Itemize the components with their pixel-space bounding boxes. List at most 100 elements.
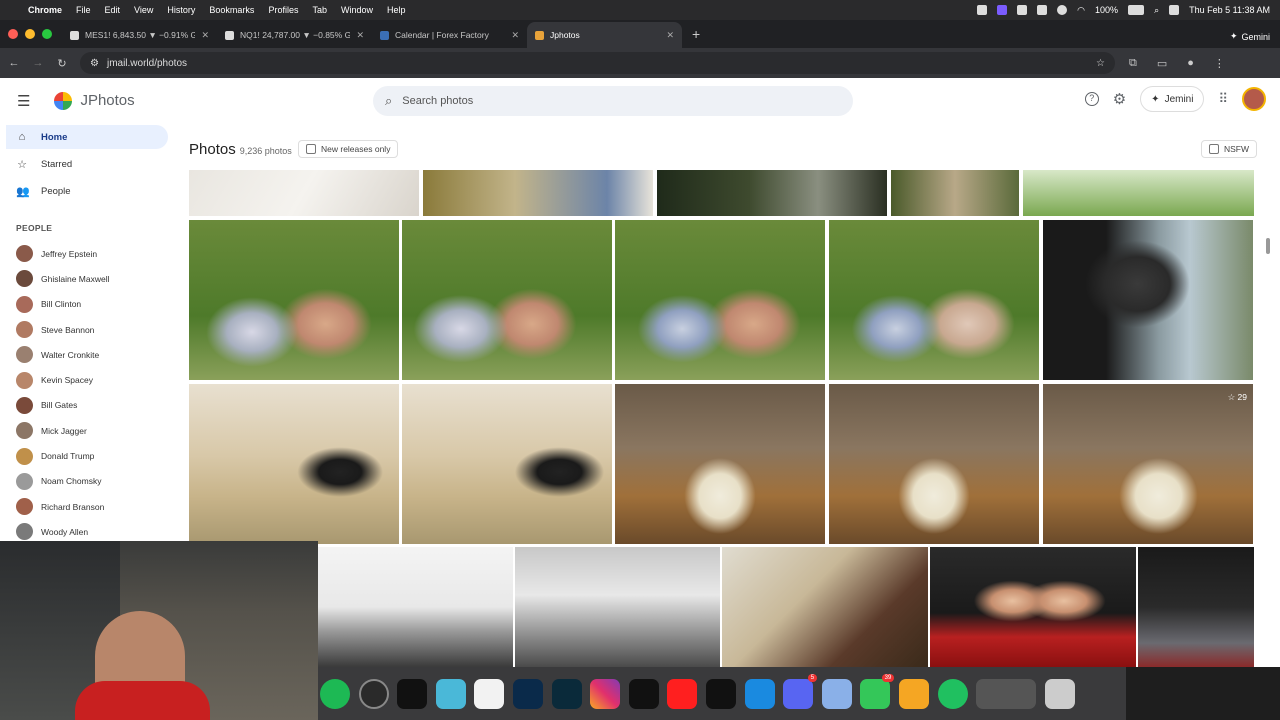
- menubar-app-name[interactable]: Chrome: [28, 5, 62, 15]
- status-app-icon[interactable]: [997, 5, 1008, 15]
- forward-icon[interactable]: →: [26, 57, 50, 69]
- photo-thumbnail[interactable]: [930, 547, 1136, 667]
- photo-thumbnail[interactable]: [189, 220, 399, 380]
- tiktok-icon[interactable]: [705, 678, 736, 709]
- photo-thumbnail[interactable]: [829, 220, 1039, 380]
- sidebar-person-item[interactable]: Kevin Spacey: [0, 367, 178, 392]
- extensions-icon[interactable]: ⧉: [1129, 57, 1137, 70]
- youtube-icon[interactable]: [667, 678, 698, 709]
- sidebar-person-item[interactable]: Steve Bannon: [0, 317, 178, 342]
- close-tab-icon[interactable]: ✕: [666, 30, 674, 41]
- search-input[interactable]: ⌕ Search photos: [373, 86, 853, 116]
- photo-thumbnail[interactable]: [615, 220, 825, 380]
- address-bar[interactable]: ⚙ jmail.world/photos ☆: [80, 52, 1115, 74]
- recent-window-thumbnail[interactable]: [976, 678, 1037, 709]
- checkbox-box[interactable]: [306, 144, 316, 154]
- menu-help[interactable]: Help: [387, 5, 406, 15]
- nsfw-checkbox[interactable]: NSFW: [1200, 140, 1257, 158]
- gemini-button[interactable]: ✦ Gemini: [1230, 31, 1270, 42]
- close-tab-icon[interactable]: ✕: [356, 30, 364, 41]
- maximize-window-button[interactable]: [42, 29, 52, 39]
- sidebar-person-item[interactable]: Bill Gates: [0, 393, 178, 418]
- prime-video-icon[interactable]: [744, 678, 775, 709]
- photoshop-icon[interactable]: [512, 678, 543, 709]
- photo-thumbnail[interactable]: [423, 170, 653, 216]
- photo-thumbnail[interactable]: [615, 384, 825, 544]
- photo-thumbnail[interactable]: [1043, 220, 1253, 380]
- menu-window[interactable]: Window: [341, 5, 373, 15]
- new-tab-button[interactable]: +: [682, 26, 710, 48]
- photo-thumbnail[interactable]: [189, 170, 419, 216]
- photo-thumbnail[interactable]: [402, 384, 612, 544]
- menu-file[interactable]: File: [76, 5, 91, 15]
- browser-tab[interactable]: MES1! 6,843.50 ▼ −0.91% G ✕: [62, 22, 217, 48]
- sidebar-person-item[interactable]: Noam Chomsky: [0, 469, 178, 494]
- sidebar-person-item[interactable]: Jeffrey Epstein: [0, 241, 178, 266]
- site-info-icon[interactable]: ⚙: [90, 58, 99, 69]
- lightroom-icon[interactable]: [551, 678, 582, 709]
- close-tab-icon[interactable]: ✕: [511, 30, 519, 41]
- menu-profiles[interactable]: Profiles: [268, 5, 298, 15]
- menu-tab[interactable]: Tab: [312, 5, 327, 15]
- more-menu-icon[interactable]: ⋮: [1214, 57, 1225, 70]
- battery-percent[interactable]: 100%: [1095, 5, 1118, 15]
- app-brand[interactable]: JPhotos: [80, 92, 134, 109]
- chatgpt-icon[interactable]: [474, 678, 505, 709]
- battery-icon[interactable]: [1128, 5, 1145, 15]
- discord-icon[interactable]: 5: [783, 673, 818, 709]
- status-icon[interactable]: [1037, 5, 1048, 15]
- app-icon[interactable]: [937, 678, 968, 709]
- menu-history[interactable]: History: [167, 5, 195, 15]
- jphotos-logo[interactable]: [54, 91, 73, 110]
- menubar-datetime[interactable]: Thu Feb 5 11:38 AM: [1189, 5, 1270, 15]
- sidebar-person-item[interactable]: Walter Cronkite: [0, 342, 178, 367]
- play-icon[interactable]: [1057, 5, 1068, 15]
- sidebar-item-starred[interactable]: ☆ Starred: [6, 152, 168, 176]
- menu-view[interactable]: View: [134, 5, 153, 15]
- status-icon[interactable]: [1017, 5, 1028, 15]
- sidebar-person-item[interactable]: Bill Clinton: [0, 292, 178, 317]
- spotify-icon[interactable]: [320, 678, 350, 709]
- menu-bookmarks[interactable]: Bookmarks: [209, 5, 254, 15]
- close-tab-icon[interactable]: ✕: [201, 30, 209, 41]
- app-icon[interactable]: [435, 678, 466, 709]
- trash-icon[interactable]: [1044, 678, 1075, 709]
- photo-thumbnail[interactable]: ☆ 29: [1043, 384, 1253, 544]
- reload-icon[interactable]: ↻: [50, 57, 74, 70]
- photo-thumbnail[interactable]: [402, 220, 612, 380]
- status-icon[interactable]: [977, 5, 988, 15]
- pages-icon[interactable]: [898, 678, 929, 709]
- help-icon[interactable]: ?: [1084, 92, 1099, 106]
- browser-tab[interactable]: NQ1! 24,787.00 ▼ −0.85% G ✕: [217, 22, 372, 48]
- photo-thumbnail[interactable]: [515, 547, 720, 667]
- bookmark-star-icon[interactable]: ☆: [1096, 58, 1105, 69]
- sidebar-person-item[interactable]: Donald Trump: [0, 443, 178, 468]
- browser-tab[interactable]: Calendar | Forex Factory ✕: [372, 22, 527, 48]
- minimize-window-button[interactable]: [25, 29, 35, 39]
- settings-gear-icon[interactable]: ⚙: [1113, 90, 1126, 108]
- photo-thumbnail[interactable]: [1138, 547, 1254, 667]
- new-releases-checkbox[interactable]: New releases only: [298, 140, 399, 158]
- netflix-icon[interactable]: [628, 678, 659, 709]
- sidebar-person-item[interactable]: Ghislaine Maxwell: [0, 266, 178, 291]
- profile-icon[interactable]: ●: [1187, 57, 1194, 70]
- photo-thumbnail[interactable]: [829, 384, 1039, 544]
- hamburger-menu-icon[interactable]: ☰: [17, 92, 30, 110]
- mail-icon[interactable]: [821, 678, 852, 709]
- search-icon[interactable]: ⌕: [1154, 5, 1159, 16]
- obs-icon[interactable]: [358, 678, 389, 709]
- capcut-icon[interactable]: [397, 678, 428, 709]
- wifi-icon[interactable]: ◠: [1077, 5, 1085, 16]
- photo-thumbnail[interactable]: [722, 547, 928, 667]
- menu-edit[interactable]: Edit: [105, 5, 121, 15]
- sidebar-person-item[interactable]: Richard Branson: [0, 494, 178, 519]
- instagram-icon[interactable]: [590, 678, 621, 709]
- back-icon[interactable]: ←: [2, 57, 26, 69]
- apps-grid-icon[interactable]: ⠿: [1218, 91, 1228, 107]
- photo-thumbnail[interactable]: [657, 170, 887, 216]
- avatar[interactable]: [1242, 87, 1266, 111]
- sidebar-item-home[interactable]: ⌂ Home: [6, 125, 168, 149]
- browser-tab-active[interactable]: Jphotos ✕: [527, 22, 682, 48]
- checkbox-box[interactable]: [1208, 144, 1219, 154]
- control-center-icon[interactable]: [1169, 5, 1180, 15]
